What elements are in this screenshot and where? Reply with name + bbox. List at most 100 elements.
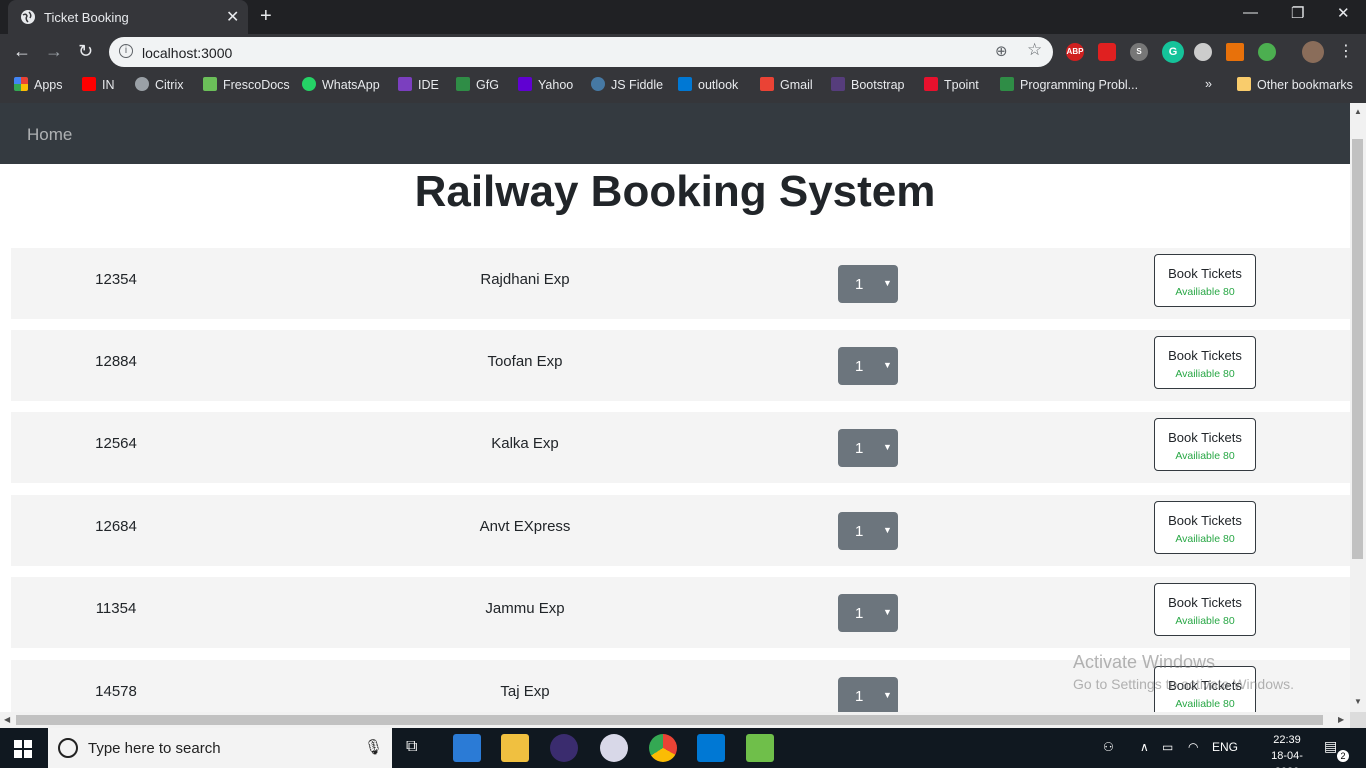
bookmark-citrix[interactable]: Citrix: [135, 77, 183, 97]
bookmark-label: Gmail: [780, 78, 813, 92]
menu-dots-icon[interactable]: ⋮: [1338, 41, 1354, 61]
vertical-scrollbar[interactable]: ▲ ▼: [1350, 103, 1366, 712]
eclipse-icon[interactable]: [550, 734, 578, 762]
ticket-quantity-select[interactable]: 1 ▼: [838, 594, 898, 632]
forward-icon[interactable]: →: [45, 41, 63, 62]
train-row: 12354 Rajdhani Exp 1 ▼ Book Tickets Availi…: [11, 248, 1350, 319]
book-tickets-button[interactable]: Book Tickets Availiable 80: [1154, 254, 1256, 307]
vscode-icon[interactable]: [697, 734, 725, 762]
battery-icon[interactable]: ▭: [1162, 740, 1173, 754]
nav-home-link[interactable]: Home: [27, 125, 72, 145]
adblock-icon[interactable]: ABP: [1066, 43, 1084, 61]
windows-start-icon[interactable]: [14, 740, 32, 758]
bookmark-label: WhatsApp: [322, 78, 380, 92]
chrome-icon[interactable]: [649, 734, 677, 762]
extension-icon-2[interactable]: [1194, 43, 1212, 61]
quantity-value: 1: [855, 688, 864, 705]
bookmark-yahoo[interactable]: Yahoo: [518, 77, 573, 97]
profile-avatar[interactable]: [1302, 41, 1324, 63]
ticket-quantity-select[interactable]: 1 ▼: [838, 347, 898, 385]
zoom-icon[interactable]: ⊕: [995, 42, 1008, 60]
paint-icon[interactable]: [600, 734, 628, 762]
clock[interactable]: 22:39 18-04-2020: [1261, 732, 1313, 768]
extension-icon-4[interactable]: [1258, 43, 1276, 61]
caret-down-icon: ▼: [883, 690, 892, 700]
taskbar-app-icon[interactable]: [453, 734, 481, 762]
apps-grid-icon: [14, 77, 28, 91]
book-tickets-button[interactable]: Book Tickets Availiable 80: [1154, 336, 1256, 389]
bookmark-star-icon[interactable]: ☆: [1027, 40, 1042, 60]
bookmark-outlook[interactable]: outlook: [678, 77, 738, 97]
quantity-value: 1: [855, 276, 864, 293]
train-row: 12564 Kalka Exp 1 ▼ Book Tickets Availiabl…: [11, 412, 1350, 483]
book-label: Book Tickets: [1168, 595, 1242, 610]
scroll-right-icon[interactable]: ▶: [1338, 715, 1344, 724]
close-window-icon[interactable]: ✕: [1337, 4, 1350, 22]
bookmark-tpoint[interactable]: Tpoint: [924, 77, 979, 97]
ticket-quantity-select[interactable]: 1 ▼: [838, 429, 898, 467]
notepad-icon[interactable]: [746, 734, 774, 762]
tab-strip: Ticket Booking ✕ + — ❐ ✕: [0, 0, 1366, 34]
address-bar[interactable]: i localhost:3000 ⊕ ☆: [109, 37, 1053, 67]
clock-date: 18-04-2020: [1271, 750, 1303, 768]
bookmarks-overflow-icon[interactable]: »: [1205, 77, 1212, 97]
shield-extension-icon[interactable]: [1098, 43, 1116, 61]
horizontal-scroll-thumb[interactable]: [16, 715, 1323, 725]
navbar: Home: [0, 103, 1350, 164]
book-label: Book Tickets: [1168, 430, 1242, 445]
book-tickets-button[interactable]: Book Tickets Availiable 80: [1154, 418, 1256, 471]
taskbar-search-box[interactable]: Type here to search 🎙: [48, 728, 392, 768]
microphone-icon[interactable]: 🎙: [364, 738, 383, 756]
restore-icon[interactable]: ❐: [1291, 4, 1304, 22]
grammarly-icon[interactable]: G: [1162, 41, 1184, 63]
notification-icon[interactable]: ▤: [1324, 738, 1337, 755]
book-tickets-button[interactable]: Book Tickets Availiable 80: [1154, 583, 1256, 636]
people-icon[interactable]: ⚇: [1103, 740, 1114, 754]
browser-tab[interactable]: Ticket Booking ✕: [8, 0, 248, 34]
horizontal-scrollbar[interactable]: ◀ ▶: [0, 712, 1350, 728]
vertical-scroll-thumb[interactable]: [1352, 139, 1363, 559]
train-row: 11354 Jammu Exp 1 ▼ Book Tickets Availiabl…: [11, 577, 1350, 648]
ticket-quantity-select[interactable]: 1 ▼: [838, 512, 898, 550]
train-number: 11354: [95, 600, 137, 617]
availability-text: Availiable 80: [1175, 698, 1235, 710]
availability-text: Availiable 80: [1175, 286, 1235, 298]
bookmark-bootstrap[interactable]: Bootstrap: [831, 77, 905, 97]
task-view-icon[interactable]: ⧉: [406, 738, 417, 756]
tray-chevron-icon[interactable]: ∧: [1140, 740, 1149, 754]
file-explorer-icon[interactable]: [501, 734, 529, 762]
new-tab-icon[interactable]: +: [260, 5, 272, 28]
wifi-icon[interactable]: ◠: [1188, 740, 1198, 754]
reload-icon[interactable]: ↻: [78, 41, 93, 62]
scroll-up-icon[interactable]: ▲: [1354, 107, 1362, 116]
other-bookmarks[interactable]: Other bookmarks: [1237, 77, 1353, 97]
bookmark-ide[interactable]: IDE: [398, 77, 439, 97]
ide-icon: [398, 77, 412, 91]
train-row: 12684 Anvt EXpress 1 ▼ Book Tickets Availi…: [11, 495, 1350, 566]
windows-taskbar: Type here to search 🎙 ⧉ ⚇ ∧ ▭ ◠ ENG 22:3…: [0, 728, 1366, 768]
bookmark-gmail[interactable]: Gmail: [760, 77, 813, 97]
bookmark-jsfiddle[interactable]: JS Fiddle: [591, 77, 663, 97]
bookmark-whatsapp[interactable]: WhatsApp: [302, 77, 380, 97]
minimize-icon[interactable]: —: [1243, 4, 1258, 21]
extension-icon-3[interactable]: [1226, 43, 1244, 61]
ticket-quantity-select[interactable]: 1 ▼: [838, 265, 898, 303]
bookmark-in[interactable]: IN: [82, 77, 115, 97]
train-name: Anvt EXpress: [479, 518, 571, 535]
bookmark-frescodocs[interactable]: FrescoDocs: [203, 77, 290, 97]
bookmark-apps[interactable]: Apps: [14, 77, 63, 97]
book-tickets-button[interactable]: Book Tickets Availiable 80: [1154, 501, 1256, 554]
language-indicator[interactable]: ENG: [1212, 740, 1238, 754]
page-title: Railway Booking System: [414, 167, 936, 216]
quantity-value: 1: [855, 440, 864, 457]
close-tab-icon[interactable]: ✕: [226, 7, 239, 27]
info-icon[interactable]: i: [119, 44, 133, 58]
bookmark-gfg[interactable]: GfG: [456, 77, 499, 97]
back-icon[interactable]: ←: [13, 41, 31, 62]
extension-icon[interactable]: S: [1130, 43, 1148, 61]
bookmark-programming-problems[interactable]: Programming Probl...: [1000, 77, 1138, 97]
scroll-down-icon[interactable]: ▼: [1354, 697, 1362, 706]
bookmarks-bar: Apps IN Citrix FrescoDocs WhatsApp IDE G…: [0, 70, 1366, 103]
scroll-left-icon[interactable]: ◀: [4, 715, 10, 724]
ticket-quantity-select[interactable]: 1 ▼: [838, 677, 898, 712]
